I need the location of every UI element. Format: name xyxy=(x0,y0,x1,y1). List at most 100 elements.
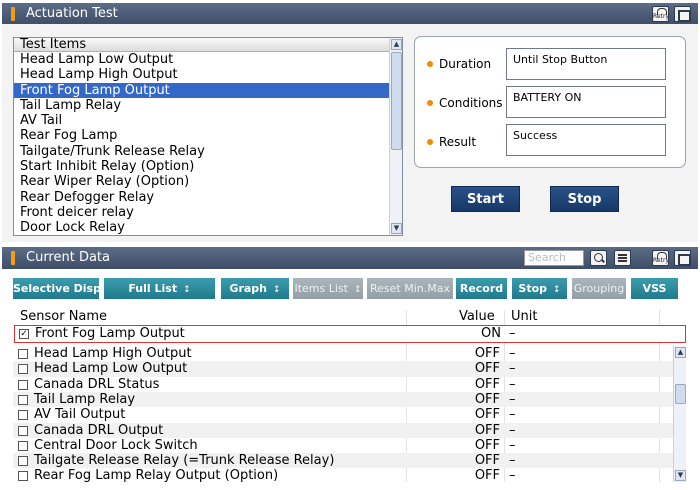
scroll-down-icon[interactable]: ▼ xyxy=(391,223,402,234)
checkbox[interactable] xyxy=(18,349,28,359)
sensor-unit: – xyxy=(509,453,516,469)
test-item[interactable]: Tail Lamp Relay xyxy=(14,98,390,113)
duration-label: Duration xyxy=(427,57,491,71)
toolbar-button-full-list[interactable]: Full List ↕ xyxy=(104,278,215,299)
test-item[interactable]: Tailgate/Trunk Release Relay xyxy=(14,144,390,159)
toolbar-button-stop[interactable]: Stop ↕ xyxy=(512,278,567,299)
table-row[interactable]: Rear Fog Lamp Relay Output (Option) OFF – xyxy=(13,468,673,483)
window-icon[interactable] xyxy=(674,250,691,266)
toolbar-button-graph[interactable]: Graph ↕ xyxy=(221,278,289,299)
updown-icon: ↕ xyxy=(353,285,362,295)
bullet-icon xyxy=(427,139,433,145)
sensor-unit: – xyxy=(509,346,516,361)
window-icon[interactable] xyxy=(674,6,691,22)
search-input[interactable]: Search xyxy=(524,250,584,266)
conditions-field: BATTERY ON xyxy=(506,86,666,118)
test-item[interactable]: Start Inhibit Relay (Option) xyxy=(14,159,390,174)
duration-field: Until Stop Button xyxy=(506,48,666,80)
sensor-value: OFF xyxy=(474,361,500,377)
test-item[interactable]: Rear Fog Lamp xyxy=(14,128,390,143)
test-item[interactable]: AV Tail xyxy=(14,113,390,128)
test-items-list[interactable]: Test Items Head Lamp Low Output Head Lamp… xyxy=(13,37,403,236)
checkbox[interactable]: ✓ xyxy=(19,329,29,339)
test-item[interactable]: Front deicer relay xyxy=(14,205,390,220)
bullet-icon xyxy=(427,100,433,106)
sensor-name: Tailgate Release Relay (=Trunk Release R… xyxy=(34,453,335,469)
test-item[interactable]: Rear Wiper Relay (Option) xyxy=(14,174,390,189)
flag-icon xyxy=(11,7,15,21)
sensor-value: OFF xyxy=(474,468,500,484)
stop-button[interactable]: Stop xyxy=(550,186,619,212)
bullet-icon xyxy=(427,61,433,67)
scroll-up-icon[interactable]: ▲ xyxy=(391,39,402,50)
checkbox[interactable] xyxy=(18,440,28,451)
checkbox[interactable] xyxy=(18,364,28,375)
table-row[interactable]: Head Lamp High Output OFF – xyxy=(13,346,673,361)
toolbar-button-selective-display[interactable]: Selective Display↕ xyxy=(13,278,133,299)
sensor-value: OFF xyxy=(474,407,500,423)
sensor-unit: – xyxy=(509,437,516,453)
table-row[interactable]: Central Door Lock Switch OFF – xyxy=(13,438,673,453)
scroll-up-icon[interactable]: ▲ xyxy=(675,347,686,358)
test-item[interactable]: Door Lock Relay xyxy=(14,220,390,235)
sensor-name: Canada DRL Status xyxy=(34,376,160,392)
result-field: Success xyxy=(506,124,666,156)
checkbox[interactable] xyxy=(18,471,28,482)
toolbar-button-items-list[interactable]: Items List ↕ xyxy=(293,278,363,299)
actuation-test-header: Actuation Test Retry xyxy=(2,3,698,25)
sensor-value: OFF xyxy=(474,376,500,392)
test-item[interactable]: Front Fog Lamp Output xyxy=(14,82,390,98)
table-row[interactable]: Canada DRL Output OFF – xyxy=(13,422,673,438)
sensor-value: ON xyxy=(481,326,501,341)
toolbar-button-vss[interactable]: VSS xyxy=(631,278,678,299)
updown-icon: ↕ xyxy=(183,285,191,295)
checkbox[interactable] xyxy=(18,410,28,421)
table-row[interactable]: Tail Lamp Relay OFF – xyxy=(13,391,673,408)
test-item[interactable]: Head Lamp Low Output xyxy=(14,52,390,67)
column-unit[interactable]: Unit xyxy=(511,310,537,324)
scroll-down-icon[interactable]: ▼ xyxy=(675,470,686,481)
test-item[interactable]: Head Lamp High Output xyxy=(14,67,390,82)
column-value[interactable]: Value xyxy=(459,310,495,324)
toolbar-button-grouping[interactable]: Grouping xyxy=(572,278,626,299)
sensor-name: Front Fog Lamp Output xyxy=(35,326,185,341)
list-scrollbar[interactable]: ▲ ▼ xyxy=(389,38,402,235)
checkbox[interactable] xyxy=(18,456,28,467)
retry-icon[interactable]: Retry xyxy=(652,250,669,266)
sensor-name: Head Lamp High Output xyxy=(34,346,192,361)
table-row[interactable]: Tailgate Release Relay (=Trunk Release R… xyxy=(13,453,673,469)
test-item[interactable]: Rear Defogger Relay xyxy=(14,190,390,205)
sensor-unit: – xyxy=(509,468,516,484)
pinned-sensor-row[interactable]: ✓ Front Fog Lamp Output ON – xyxy=(14,325,686,343)
search-icon[interactable] xyxy=(590,250,607,266)
sensor-value: OFF xyxy=(474,391,500,407)
sensor-name: AV Tail Output xyxy=(34,407,126,423)
checkbox[interactable] xyxy=(18,379,28,390)
sensor-name: Tail Lamp Relay xyxy=(34,391,136,407)
sensor-name: Rear Fog Lamp Relay Output (Option) xyxy=(34,468,279,484)
scroll-thumb[interactable] xyxy=(391,52,402,150)
sensor-unit: – xyxy=(509,422,516,438)
sensor-value: OFF xyxy=(474,437,500,453)
current-data-header: Current Data Retry xyxy=(2,247,698,269)
start-button[interactable]: Start xyxy=(451,186,520,212)
toolbar-button-reset-min-max[interactable]: Reset Min.Max xyxy=(367,278,453,299)
updown-icon: ↕ xyxy=(553,285,561,295)
table-row[interactable]: AV Tail Output OFF – xyxy=(13,407,673,422)
result-label: Result xyxy=(427,135,476,149)
updown-icon: ↕ xyxy=(273,285,281,295)
checkbox[interactable] xyxy=(18,425,28,436)
scroll-thumb[interactable] xyxy=(675,384,686,404)
grid-scrollbar[interactable]: ▲ ▼ xyxy=(673,346,686,482)
checkbox[interactable] xyxy=(18,394,28,405)
retry-icon[interactable]: Retry xyxy=(652,6,669,22)
list-view-icon[interactable] xyxy=(614,250,631,266)
table-row[interactable]: Head Lamp Low Output OFF – xyxy=(13,361,673,377)
sensor-name: Head Lamp Low Output xyxy=(34,361,188,377)
column-sensor-name[interactable]: Sensor Name xyxy=(20,310,107,324)
sensor-unit: – xyxy=(509,407,516,423)
sensor-unit: – xyxy=(509,326,516,341)
sensor-name: Central Door Lock Switch xyxy=(34,437,198,453)
table-row[interactable]: Canada DRL Status OFF – xyxy=(13,377,673,392)
toolbar-button-record[interactable]: Record xyxy=(456,278,507,299)
